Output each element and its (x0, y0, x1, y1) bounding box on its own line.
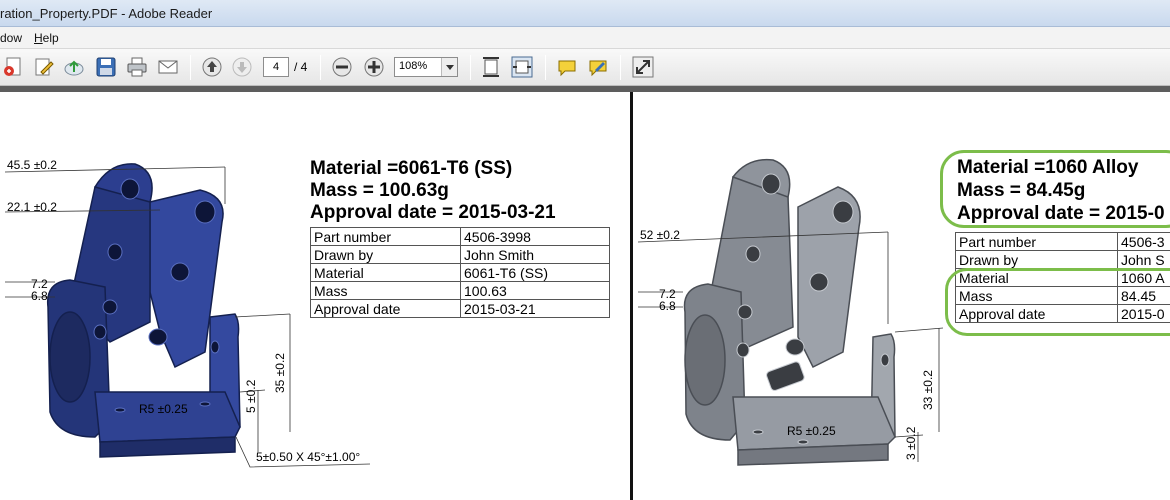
dimension-label: 35 ±0.2 (273, 353, 287, 393)
save-icon[interactable] (95, 56, 117, 78)
toolbar-separator (190, 55, 191, 80)
table-row: Material 6061-T6 (SS) (310, 263, 610, 282)
comment-icon[interactable] (556, 56, 578, 78)
toolbar-separator (545, 55, 546, 80)
page-number-input[interactable]: 4 (263, 57, 289, 77)
mass-heading: Mass = 100.63g (310, 180, 449, 201)
table-row: Approval date 2015-03-21 (310, 299, 610, 318)
material-heading: Material =1060 Alloy (957, 157, 1139, 178)
approval-heading: Approval date = 2015-03-21 (310, 202, 556, 223)
page-down-icon[interactable] (231, 56, 253, 78)
upload-cloud-icon[interactable] (63, 56, 85, 78)
zoom-value: 108% (399, 60, 428, 72)
mass-heading: Mass = 84.45g (957, 180, 1086, 201)
create-pdf-icon[interactable] (2, 56, 24, 78)
toolbar: 4 / 4 108% (0, 49, 1170, 86)
toolbar-separator (620, 55, 621, 80)
dimension-label: 45.5 ±0.2 (7, 158, 57, 172)
dimension-label: R5 ±0.25 (787, 424, 836, 438)
sign-icon[interactable] (587, 56, 609, 78)
table-row: Part number 4506-3 (955, 232, 1170, 251)
menu-window[interactable]: dow (0, 31, 22, 45)
menu-help[interactable]: Help (34, 31, 59, 45)
chevron-down-icon[interactable] (441, 58, 457, 76)
edit-icon[interactable] (33, 56, 55, 78)
dimension-label: 6.8 (31, 289, 48, 303)
window-title-bar: ration_Property.PDF - Adobe Reader (0, 0, 1170, 27)
dimension-label: 52 ±0.2 (640, 228, 680, 242)
fit-width-icon[interactable] (511, 56, 533, 78)
zoom-in-icon[interactable] (363, 56, 385, 78)
fullscreen-icon[interactable] (632, 56, 654, 78)
material-heading: Material =6061-T6 (SS) (310, 158, 513, 179)
dimension-label: 5 ±0.2 (244, 379, 258, 413)
print-icon[interactable] (126, 56, 148, 78)
highlight-callout-table (945, 268, 1170, 336)
zoom-select[interactable]: 108% (394, 57, 458, 77)
dimension-label: 6.8 (659, 299, 676, 313)
menu-bar: dow Help (0, 27, 1170, 49)
dimension-label: 3 ±0.2 (904, 426, 918, 460)
dimension-label: 33 ±0.2 (921, 370, 935, 410)
dimension-label: 5±0.50 X 45°±1.00° (256, 450, 361, 464)
approval-heading: Approval date = 2015-0 (957, 203, 1165, 224)
dimension-label: R5 ±0.25 (139, 402, 188, 416)
table-row: Mass 100.63 (310, 281, 610, 300)
table-row: Part number 4506-3998 (310, 227, 610, 246)
window-title: ration_Property.PDF - Adobe Reader (0, 6, 213, 21)
table-row: Drawn by John S (955, 250, 1170, 269)
table-row: Drawn by John Smith (310, 245, 610, 264)
toolbar-separator (470, 55, 471, 80)
toolbar-separator (320, 55, 321, 80)
zoom-out-icon[interactable] (331, 56, 353, 78)
fit-page-icon[interactable] (480, 56, 502, 78)
page-total: / 4 (294, 60, 308, 74)
dimension-label: 22.1 ±0.2 (7, 200, 57, 214)
page-up-icon[interactable] (201, 56, 223, 78)
title-block-table: Part number 4506-3998 Drawn by John Smith … (310, 227, 610, 318)
email-icon[interactable] (157, 56, 179, 78)
